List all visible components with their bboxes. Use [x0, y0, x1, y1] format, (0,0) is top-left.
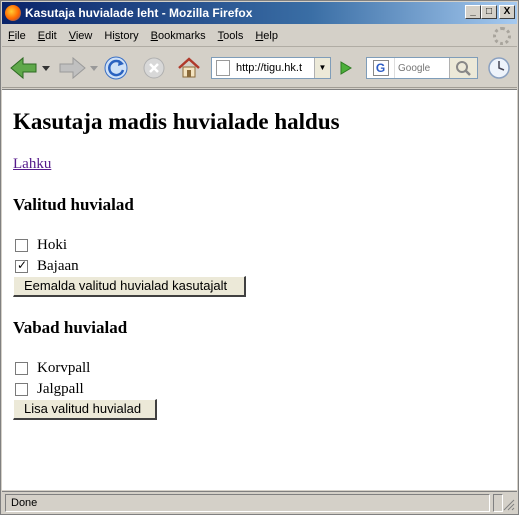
page-content: Kasutaja madis huvialade haldus Lahku Va… — [2, 89, 517, 490]
search-engine-selector[interactable]: G — [367, 58, 395, 78]
hobby-label: Hoki — [37, 236, 67, 253]
search-bar[interactable]: G — [366, 57, 478, 79]
hobby-checkbox-row: Jalgpall — [15, 380, 84, 398]
hobby-checkbox-jalgpall[interactable] — [15, 382, 28, 396]
google-icon: G — [372, 60, 389, 76]
logout-link[interactable]: Lahku — [13, 156, 51, 173]
title-bar[interactable]: Kasutaja huvialade leht - Mozilla Firefo… — [2, 2, 517, 24]
home-icon[interactable] — [176, 55, 202, 81]
maximize-button[interactable]: □ — [481, 5, 497, 19]
reload-icon[interactable] — [103, 55, 129, 81]
page-title: Kasutaja madis huvialade haldus — [13, 109, 340, 134]
address-bar[interactable]: http://tigu.hk.t ▼ — [211, 57, 331, 79]
search-icon — [456, 61, 471, 76]
menu-tools[interactable]: Tools — [212, 30, 250, 42]
hobby-label: Jalgpall — [37, 380, 84, 397]
navigation-toolbar: http://tigu.hk.t ▼ G — [2, 48, 517, 88]
firefox-logo-icon — [5, 5, 21, 21]
status-bar: Done — [2, 491, 517, 513]
hobby-label: Bajaan — [37, 257, 79, 274]
hobby-checkbox-row: Bajaan — [15, 257, 79, 275]
hobby-checkbox-korvpall[interactable] — [15, 361, 28, 375]
browser-window: Kasutaja huvialade leht - Mozilla Firefo… — [0, 0, 519, 515]
status-text: Done — [5, 494, 490, 512]
forward-history-dropdown-icon[interactable] — [90, 66, 98, 72]
clock-icon[interactable] — [487, 56, 511, 80]
page-favicon-icon — [216, 60, 230, 76]
window-title: Kasutaja huvialade leht - Mozilla Firefo… — [25, 6, 253, 20]
window-controls: _ □ X — [465, 5, 515, 19]
back-history-dropdown-icon[interactable] — [42, 66, 50, 72]
hobby-checkbox-row: Korvpall — [15, 359, 90, 377]
go-icon[interactable] — [335, 58, 355, 78]
menu-view[interactable]: View — [63, 30, 99, 42]
minimize-button[interactable]: _ — [465, 5, 481, 19]
url-text[interactable]: http://tigu.hk.t — [236, 62, 314, 74]
available-hobbies-heading: Vabad huvialad — [13, 318, 128, 337]
resize-grip-icon[interactable] — [503, 499, 515, 511]
menu-help[interactable]: Help — [249, 30, 284, 42]
hobby-checkbox-bajaan[interactable] — [15, 258, 28, 273]
menu-bar: File Edit View History Bookmarks Tools H… — [2, 25, 517, 47]
status-panel — [493, 494, 503, 512]
hobby-checkbox-row: Hoki — [15, 236, 67, 254]
url-dropdown-icon[interactable]: ▼ — [314, 58, 330, 78]
remove-hobbies-button[interactable]: Eemalda valitud huvialad kasutajalt — [13, 276, 246, 297]
back-icon[interactable] — [9, 56, 39, 80]
menu-history[interactable]: History — [98, 30, 144, 42]
hobby-label: Korvpall — [37, 359, 91, 376]
throbber-icon — [493, 27, 511, 45]
menu-edit[interactable]: Edit — [32, 30, 63, 42]
menu-bookmarks[interactable]: Bookmarks — [145, 30, 212, 42]
add-hobbies-button[interactable]: Lisa valitud huvialad — [13, 399, 157, 420]
close-button[interactable]: X — [499, 5, 515, 19]
hobby-checkbox-hoki[interactable] — [15, 238, 28, 252]
selected-hobbies-heading: Valitud huvialad — [13, 195, 134, 214]
stop-icon[interactable] — [141, 55, 167, 81]
search-button[interactable] — [449, 58, 477, 78]
search-input[interactable] — [398, 62, 450, 74]
forward-icon[interactable] — [57, 56, 87, 80]
menu-file[interactable]: File — [2, 30, 32, 42]
